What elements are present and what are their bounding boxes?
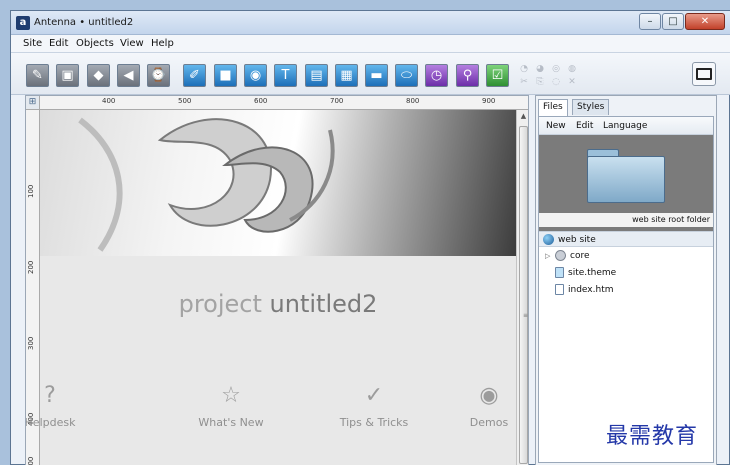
ruler-label: 300 <box>27 336 35 350</box>
disabled-tool-icon: ◌ <box>552 77 560 87</box>
tab-styles[interactable]: Styles <box>572 99 610 115</box>
tree-item-site-theme[interactable]: site.theme <box>539 265 713 281</box>
tree-label: site.theme <box>568 268 617 278</box>
check-icon: ✓ <box>364 383 384 408</box>
menu-view[interactable]: View <box>120 38 144 49</box>
tree-label: index.htm <box>568 285 614 295</box>
feature-demos[interactable]: ◉ Demos <box>454 382 524 429</box>
ruler-label: 600 <box>254 97 268 105</box>
tree-label: web site <box>558 235 596 245</box>
menu-site[interactable]: Site <box>23 38 42 49</box>
image-icon[interactable]: ▤ <box>305 64 328 87</box>
edit-button[interactable]: Edit <box>576 121 593 131</box>
save-icon[interactable]: ▣ <box>56 64 79 87</box>
expand-arrow-icon[interactable]: ▷ <box>545 248 555 264</box>
star-icon: ☆ <box>221 383 241 408</box>
film-icon: ◉ <box>479 383 499 408</box>
disabled-tool-icon: ⎘ <box>536 77 544 87</box>
shape-icon[interactable]: ⬭ <box>395 64 418 87</box>
text-icon[interactable]: T <box>274 64 297 87</box>
box-icon[interactable]: ■ <box>214 64 237 87</box>
ruler-label: 800 <box>406 97 420 105</box>
edit-icon[interactable]: ✐ <box>183 64 206 87</box>
menu-edit[interactable]: Edit <box>49 38 68 49</box>
ruler-label: 100 <box>27 184 35 198</box>
back-icon[interactable]: ◀ <box>117 64 140 87</box>
title-bar: a Antenna • untitled2 – □ ✕ <box>11 11 730 35</box>
page-editor: ⊞ 400 500 600 700 800 900 100 200 300 40… <box>25 95 529 465</box>
pencil-icon[interactable]: ✎ <box>26 64 49 87</box>
feature-label: What's New <box>198 416 264 429</box>
button-icon[interactable]: ▬ <box>365 64 388 87</box>
form-icon[interactable]: ☑ <box>486 64 509 87</box>
disabled-tool-icon: ◎ <box>552 64 560 74</box>
maximize-button[interactable]: □ <box>662 13 684 30</box>
grip-icon: ≡ <box>523 312 529 319</box>
help-icon: ? <box>44 383 56 408</box>
monitor-icon[interactable] <box>692 62 716 86</box>
disabled-tool-icon: ◍ <box>568 64 576 74</box>
menu-bar: Site Edit Objects View Help <box>11 35 730 53</box>
horizontal-ruler: 400 500 600 700 800 900 <box>40 96 528 110</box>
feature-label: Demos <box>469 416 509 429</box>
new-button[interactable]: New <box>546 121 566 131</box>
core-icon <box>555 250 566 261</box>
ruler-label: 400 <box>102 97 116 105</box>
ruler-label: 900 <box>482 97 496 105</box>
tab-files[interactable]: Files <box>538 99 568 117</box>
disabled-tool-icon: ✂ <box>520 77 528 87</box>
watermark-text: 最需教育 <box>606 424 699 449</box>
page-file-icon <box>555 284 564 295</box>
feature-label: Tips & Tricks <box>339 416 409 429</box>
banner-image <box>40 110 516 256</box>
tree-item-index-htm[interactable]: index.htm <box>539 282 713 298</box>
ruler-label: 500 <box>178 97 192 105</box>
project-title[interactable]: project untitled2 <box>40 290 516 318</box>
tree-label: core <box>570 251 590 261</box>
disabled-tool-icon: ◕ <box>536 64 544 74</box>
tree-root-web-site[interactable]: web site <box>539 231 713 247</box>
folder-icon <box>587 149 665 203</box>
feature-tips-tricks[interactable]: ✓ Tips & Tricks <box>314 382 434 429</box>
app-window: a Antenna • untitled2 – □ ✕ Site Edit Ob… <box>10 10 730 465</box>
project-title-prefix: project <box>178 290 262 318</box>
theme-file-icon <box>555 267 564 278</box>
ruler-corner-icon[interactable]: ⊞ <box>26 96 40 110</box>
preview-caption: web site root folder <box>539 213 713 227</box>
close-button[interactable]: ✕ <box>685 13 725 30</box>
files-toolbar: New Edit Language <box>539 117 713 135</box>
disabled-tool-icon: ✕ <box>568 77 576 87</box>
feature-label: Helpdesk <box>25 416 76 429</box>
side-panel: Files Styles New Edit Language web site … <box>535 95 717 465</box>
app-logo-icon: a <box>16 16 30 30</box>
files-panel: New Edit Language web site root folder w… <box>538 116 714 463</box>
ruler-label: 500 <box>27 456 35 465</box>
scroll-thumb[interactable]: ≡ <box>519 126 528 464</box>
vertical-scrollbar[interactable]: ▲ ≡ <box>516 110 528 465</box>
feature-helpdesk[interactable]: ? Helpdesk <box>25 382 110 429</box>
menu-help[interactable]: Help <box>151 38 174 49</box>
disabled-tool-icon: ◔ <box>520 64 528 74</box>
tree-item-core[interactable]: ▷ core <box>539 248 713 264</box>
timer-icon[interactable]: ⌚ <box>147 64 170 87</box>
search-icon[interactable]: ⚲ <box>456 64 479 87</box>
page-canvas[interactable]: project untitled2 ? Helpdesk ☆ What's Ne… <box>26 110 516 465</box>
minimize-button[interactable]: – <box>639 13 661 30</box>
toolbar: ✎ ▣ ◆ ◀ ⌚ ✐ ■ ◉ T ▤ ▦ ▬ ⬭ ◷ ⚲ ☑ ◔ ◕ ◎ ◍ ✂ ⎘ ◌ ✕ <box>11 53 730 95</box>
camera-icon[interactable]: ◉ <box>244 64 267 87</box>
globe-icon <box>543 234 554 245</box>
window-title: Antenna • untitled2 <box>34 17 134 28</box>
media-icon[interactable]: ▦ <box>335 64 358 87</box>
menu-objects[interactable]: Objects <box>76 38 114 49</box>
ruler-label: 200 <box>27 260 35 274</box>
layers-icon[interactable]: ◆ <box>87 64 110 87</box>
clock-icon[interactable]: ◷ <box>425 64 448 87</box>
scroll-up-icon[interactable]: ▲ <box>517 110 528 123</box>
language-button[interactable]: Language <box>603 121 647 131</box>
project-title-name: untitled2 <box>269 290 378 318</box>
ruler-label: 700 <box>330 97 344 105</box>
abstract-sculpture-icon <box>78 117 335 252</box>
feature-whats-new[interactable]: ☆ What's New <box>171 382 291 429</box>
